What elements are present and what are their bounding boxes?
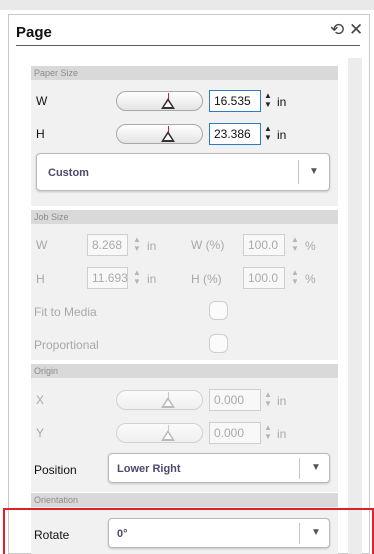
job-height-input[interactable]: 11.693 (87, 267, 128, 289)
job-width-label: W (36, 238, 48, 252)
origin-y-label: Y (36, 426, 45, 440)
scrollbar[interactable] (348, 58, 362, 554)
job-width-percent-stepper-icon[interactable]: ▲ ▼ (291, 235, 299, 255)
job-height-percent-label: H (%) (191, 272, 222, 286)
dropdown-separator (298, 160, 299, 184)
job-height-percent-input[interactable]: 100.0 (243, 267, 285, 289)
job-width-stepper-icon[interactable]: ▲ ▼ (133, 235, 141, 255)
paper-height-stepper-icon[interactable]: ▲ ▼ (264, 124, 272, 144)
chevron-down-icon[interactable]: ▼ (309, 166, 319, 177)
origin-x-slider[interactable] (116, 390, 203, 410)
paper-size-preset-value: Custom (48, 167, 89, 179)
section-header-job-size: Job Size (31, 210, 338, 224)
section-header-origin: Origin (31, 364, 338, 378)
slider-thumb-icon[interactable] (161, 430, 175, 441)
job-height-percent-unit: % (305, 272, 316, 286)
slider-thumb-icon[interactable] (161, 397, 175, 408)
fit-to-media-checkbox[interactable] (209, 301, 228, 320)
job-height-unit: in (147, 272, 157, 286)
paper-height-input[interactable]: 23.386 (209, 123, 261, 145)
title-divider (16, 45, 360, 46)
origin-y-slider[interactable] (116, 423, 203, 443)
paper-width-label: W (36, 94, 48, 108)
origin-y-unit: in (277, 427, 287, 441)
job-width-percent-input[interactable]: 100.0 (243, 234, 285, 256)
origin-y-stepper-icon[interactable]: ▲ ▼ (264, 423, 272, 443)
slider-thumb-icon[interactable] (161, 131, 175, 142)
close-icon[interactable]: ✕ (349, 21, 363, 39)
origin-y-input[interactable]: 0.000 (209, 422, 261, 444)
reset-icon[interactable]: ⟲ (330, 21, 344, 39)
panel-title: Page (16, 24, 52, 41)
paper-height-unit: in (277, 128, 287, 142)
proportional-label: Proportional (34, 338, 99, 352)
fit-to-media-label: Fit to Media (34, 305, 97, 319)
origin-x-input[interactable]: 0.000 (209, 389, 261, 411)
job-height-stepper-icon[interactable]: ▲ ▼ (133, 268, 141, 288)
proportional-checkbox[interactable] (209, 334, 228, 353)
job-width-percent-label: W (%) (191, 238, 225, 252)
slider-thumb-icon[interactable] (161, 98, 175, 109)
section-header-paper-size: Paper Size (31, 66, 338, 80)
chevron-down-icon[interactable]: ▼ (311, 462, 321, 473)
origin-x-unit: in (277, 394, 287, 408)
paper-width-unit: in (277, 95, 287, 109)
job-height-percent-stepper-icon[interactable]: ▲ ▼ (291, 268, 299, 288)
job-width-input[interactable]: 8.268 (87, 234, 128, 256)
dropdown-separator (299, 458, 300, 479)
paper-size-preset-dropdown[interactable]: Custom ▼ (36, 153, 330, 191)
position-value: Lower Right (117, 463, 181, 475)
paper-width-input[interactable]: 16.535 (209, 90, 261, 112)
position-label: Position (34, 463, 77, 477)
paper-width-slider[interactable] (116, 91, 203, 111)
job-width-unit: in (147, 239, 157, 253)
position-dropdown[interactable]: Lower Right ▼ (108, 453, 330, 483)
job-height-label: H (36, 272, 45, 286)
job-width-percent-unit: % (305, 239, 316, 253)
rotate-highlight-box (3, 508, 374, 554)
window-top-bar (0, 0, 374, 10)
paper-width-stepper-icon[interactable]: ▲ ▼ (264, 91, 272, 111)
paper-height-slider[interactable] (116, 124, 203, 144)
origin-x-stepper-icon[interactable]: ▲ ▼ (264, 390, 272, 410)
section-header-orientation: Orientation (31, 493, 338, 507)
origin-x-label: X (36, 393, 45, 407)
paper-height-label: H (36, 127, 45, 141)
